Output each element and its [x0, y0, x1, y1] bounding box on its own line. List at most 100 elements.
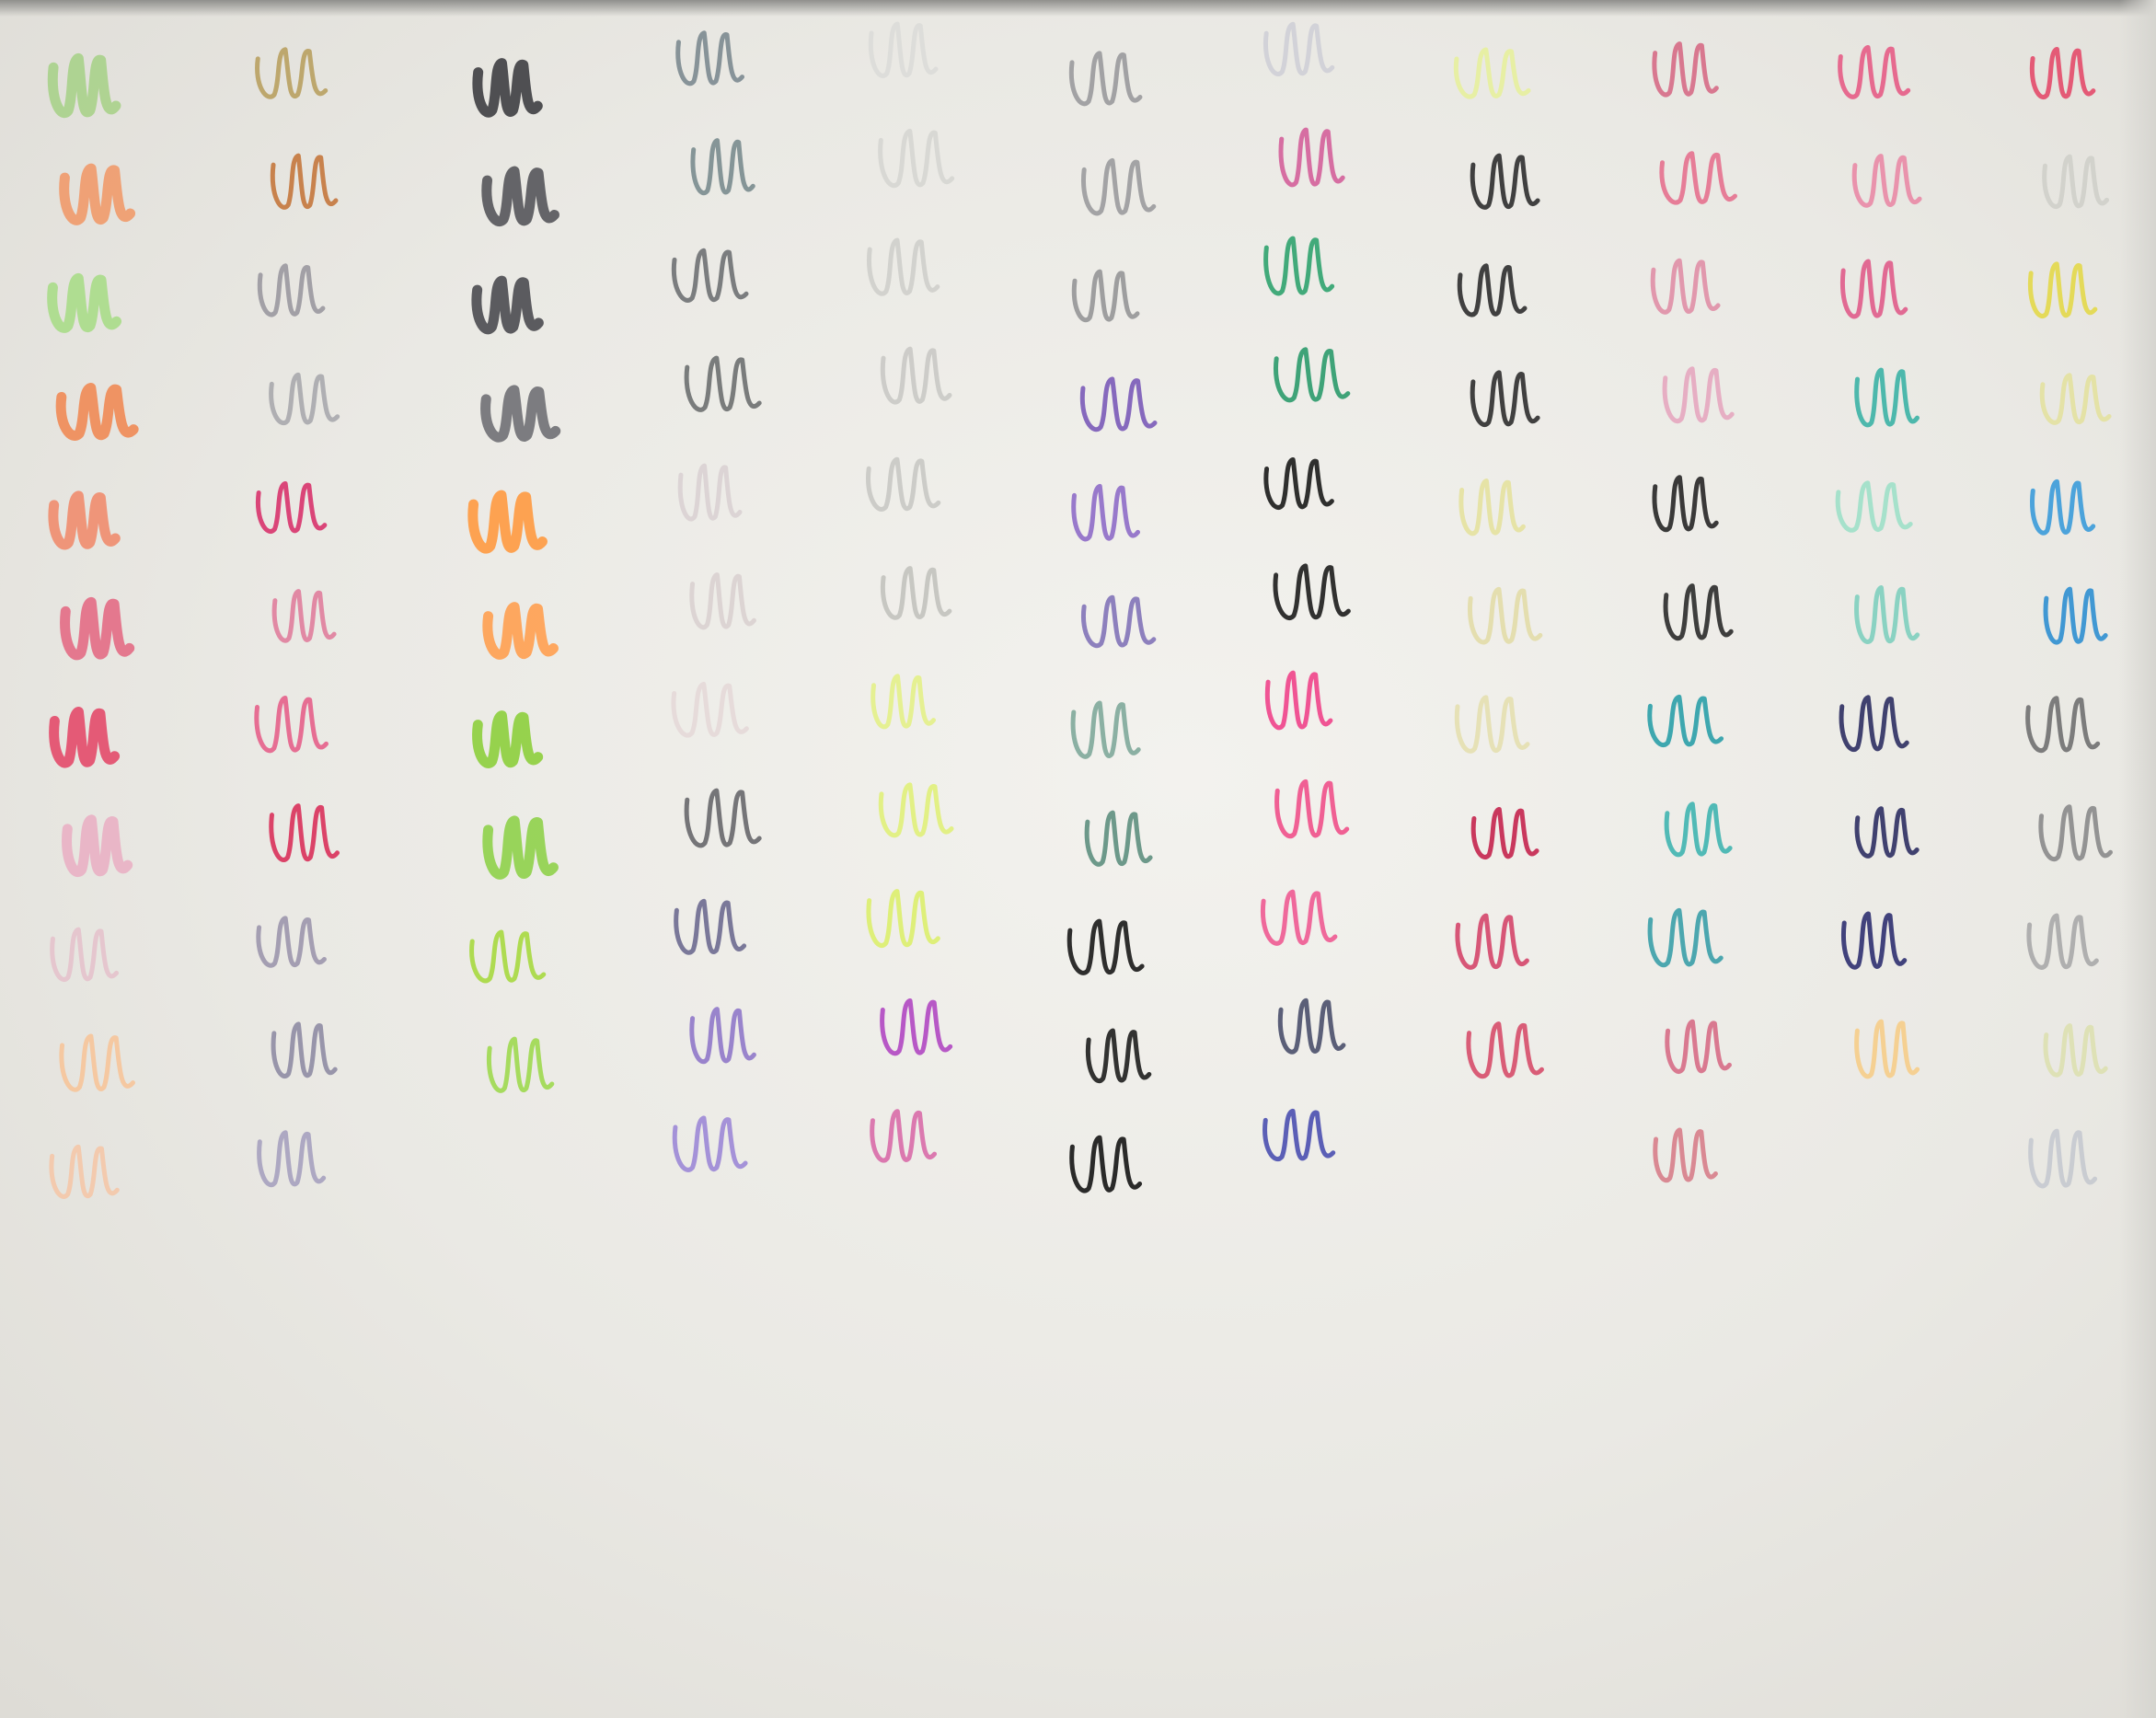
swatch-scribble: [49, 1144, 120, 1199]
swatch-scribble: [1458, 479, 1526, 536]
swatch-scribble: [2029, 46, 2096, 99]
swatch-scribble: [1263, 236, 1335, 296]
swatch-scribble: [1277, 997, 1346, 1055]
swatch-scribble: [2038, 804, 2113, 861]
swatch-scribble: [482, 602, 559, 660]
swatch-scribble: [1453, 47, 1531, 99]
swatch-scribble: [1470, 153, 1540, 210]
swatch-scribble: [878, 128, 955, 188]
swatch-grid: [47, 21, 2113, 1199]
swatch-scribble: [1838, 44, 1911, 99]
swatch-scribble: [1260, 889, 1338, 946]
swatch-scribble: [880, 998, 953, 1056]
swatch-scribble: [60, 596, 135, 661]
swatch-scribble: [2028, 1128, 2098, 1189]
swatch-scribble: [469, 929, 547, 984]
swatch-scribble: [1652, 475, 1719, 532]
swatch-scribble: [47, 272, 122, 333]
swatch-scribble: [467, 490, 548, 554]
swatch-scribble: [50, 927, 120, 982]
swatch-scribble: [1839, 259, 1908, 319]
swatch-scribble: [866, 237, 940, 296]
swatch-scribble: [868, 21, 939, 78]
swatch-scribble: [1069, 1135, 1143, 1193]
swatch-scribble: [1079, 376, 1158, 432]
swatch-scribble: [55, 382, 139, 441]
swatch-scribble: [1470, 806, 1539, 859]
swatch-scribble: [482, 815, 559, 880]
swatch-scribble: [1262, 21, 1335, 76]
swatch-scribble: [49, 707, 121, 768]
swatch-scribble: [472, 58, 543, 118]
swatch-scribble: [2026, 913, 2099, 970]
swatch-scribble: [1262, 1108, 1336, 1161]
swatch-scribble: [1454, 695, 1530, 754]
swatch-scribble: [870, 1109, 938, 1163]
swatch-scribble: [2025, 696, 2101, 753]
swatch-scribble: [47, 52, 121, 119]
swatch-scribble: [675, 30, 745, 86]
swatch-scribble: [1652, 41, 1719, 98]
swatch-scribble: [671, 681, 749, 738]
swatch-scribble: [1084, 810, 1153, 867]
swatch-scribble: [1070, 700, 1141, 759]
swatch-scribble: [1840, 911, 1908, 970]
swatch-scribble: [1854, 585, 1920, 644]
swatch-scribble: [1274, 778, 1350, 838]
swatch-scribble: [1854, 1019, 1920, 1079]
swatch-scribble: [671, 248, 749, 303]
swatch-scribble: [1470, 370, 1540, 427]
swatch-scribble: [1455, 913, 1529, 970]
swatch-scribble: [1467, 586, 1543, 645]
swatch-scribble: [256, 916, 327, 968]
swatch-scribble: [1839, 695, 1909, 752]
swatch-scribble: [672, 1115, 748, 1172]
swatch-scribble: [1457, 263, 1528, 317]
swatch-scribble: [1653, 1127, 1718, 1183]
swatch-scribble: [1085, 1028, 1152, 1083]
swatch-scribble: [684, 355, 762, 412]
swatch-scribble: [1835, 480, 1913, 533]
swatch-scribble: [2027, 261, 2098, 318]
swatch-scribble: [59, 1033, 135, 1092]
swatch-scribble: [1647, 694, 1724, 747]
swatch-scribble: [878, 782, 954, 838]
swatch-scribble: [684, 788, 762, 848]
swatch-scribble: [481, 166, 559, 226]
swatch-scribble: [677, 463, 743, 522]
swatch-scribble: [1647, 907, 1724, 968]
swatch-scribble: [257, 1130, 327, 1187]
swatch-scribble: [480, 385, 561, 443]
swatch-scribble: [1663, 583, 1734, 641]
swatch-scribble: [1273, 347, 1351, 403]
swatch-scribble: [1662, 366, 1735, 423]
swatch-scribble: [255, 47, 329, 99]
swatch-scribble: [674, 898, 747, 955]
swatch-scribble: [689, 1007, 756, 1064]
swatch-scribble: [270, 153, 339, 210]
swatch-scribble: [880, 566, 952, 620]
right-shadow: [2119, 0, 2156, 1718]
swatch-scribble: [257, 263, 326, 317]
swatch-scribble: [471, 275, 544, 335]
swatch-scribble: [1854, 806, 1920, 859]
swatch-scribble: [2043, 586, 2108, 645]
swatch-scribble: [1664, 801, 1733, 858]
swatch-scribble: [1659, 151, 1737, 205]
swatch-scribble: [1665, 1019, 1732, 1074]
swatch-scribble: [59, 163, 136, 225]
swatch-scribble: [2030, 479, 2096, 536]
swatch-scribble: [2042, 154, 2110, 209]
swatch-scribble: [1080, 157, 1157, 216]
swatch-scribble: [1071, 483, 1141, 542]
swatch-scribble: [271, 1021, 338, 1078]
swatch-scribble: [1278, 127, 1345, 188]
swatch-scribble: [1068, 51, 1143, 107]
swatch-scribble: [1080, 594, 1157, 649]
swatch-scribble: [2039, 373, 2112, 425]
swatch-scribble: [269, 803, 340, 862]
swatch-scribble: [870, 674, 937, 730]
swatch-scribble: [255, 480, 328, 534]
swatch-scribble: [1264, 670, 1333, 731]
swatch-scribble: [254, 696, 329, 754]
